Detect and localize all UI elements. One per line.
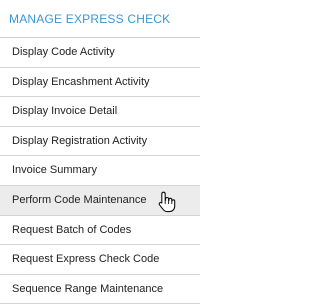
menu-item-label: Display Encashment Activity [12,75,150,88]
menu-item-display-encashment-activity[interactable]: Display Encashment Activity [0,67,200,98]
hand-pointer-icon [158,191,176,213]
menu-item-label: Request Batch of Codes [12,223,132,236]
menu-item-invoice-summary[interactable]: Invoice Summary [0,156,200,186]
menu-item-request-express-check-code[interactable]: Request Express Check Code [0,245,200,275]
menu-item-perform-code-maintenance[interactable]: Perform Code Maintenance [0,185,200,216]
menu-header: MANAGE EXPRESS CHECK [0,0,200,38]
menu-item-label: Display Invoice Detail [12,105,118,118]
menu-item-label: Invoice Summary [12,164,97,177]
menu-item-request-batch-of-codes[interactable]: Request Batch of Codes [0,215,200,246]
manage-express-check-menu: MANAGE EXPRESS CHECK Display Code Activi… [0,0,200,305]
menu-item-label: Sequence Range Maintenance [12,282,164,295]
menu-item-label: Display Code Activity [12,46,115,58]
menu-item-display-invoice-detail[interactable]: Display Invoice Detail [0,97,200,127]
menu-item-label: Request Express Check Code [12,253,160,266]
menu-item-label: Perform Code Maintenance [12,193,147,206]
menu-item-sequence-range-maintenance[interactable]: Sequence Range Maintenance [0,274,200,305]
menu-list: Display Code Activity Display Encashment… [0,38,200,305]
menu-item-label: Display Registration Activity [12,134,148,147]
menu-item-display-code-activity[interactable]: Display Code Activity [0,38,200,68]
menu-item-display-registration-activity[interactable]: Display Registration Activity [0,126,200,157]
